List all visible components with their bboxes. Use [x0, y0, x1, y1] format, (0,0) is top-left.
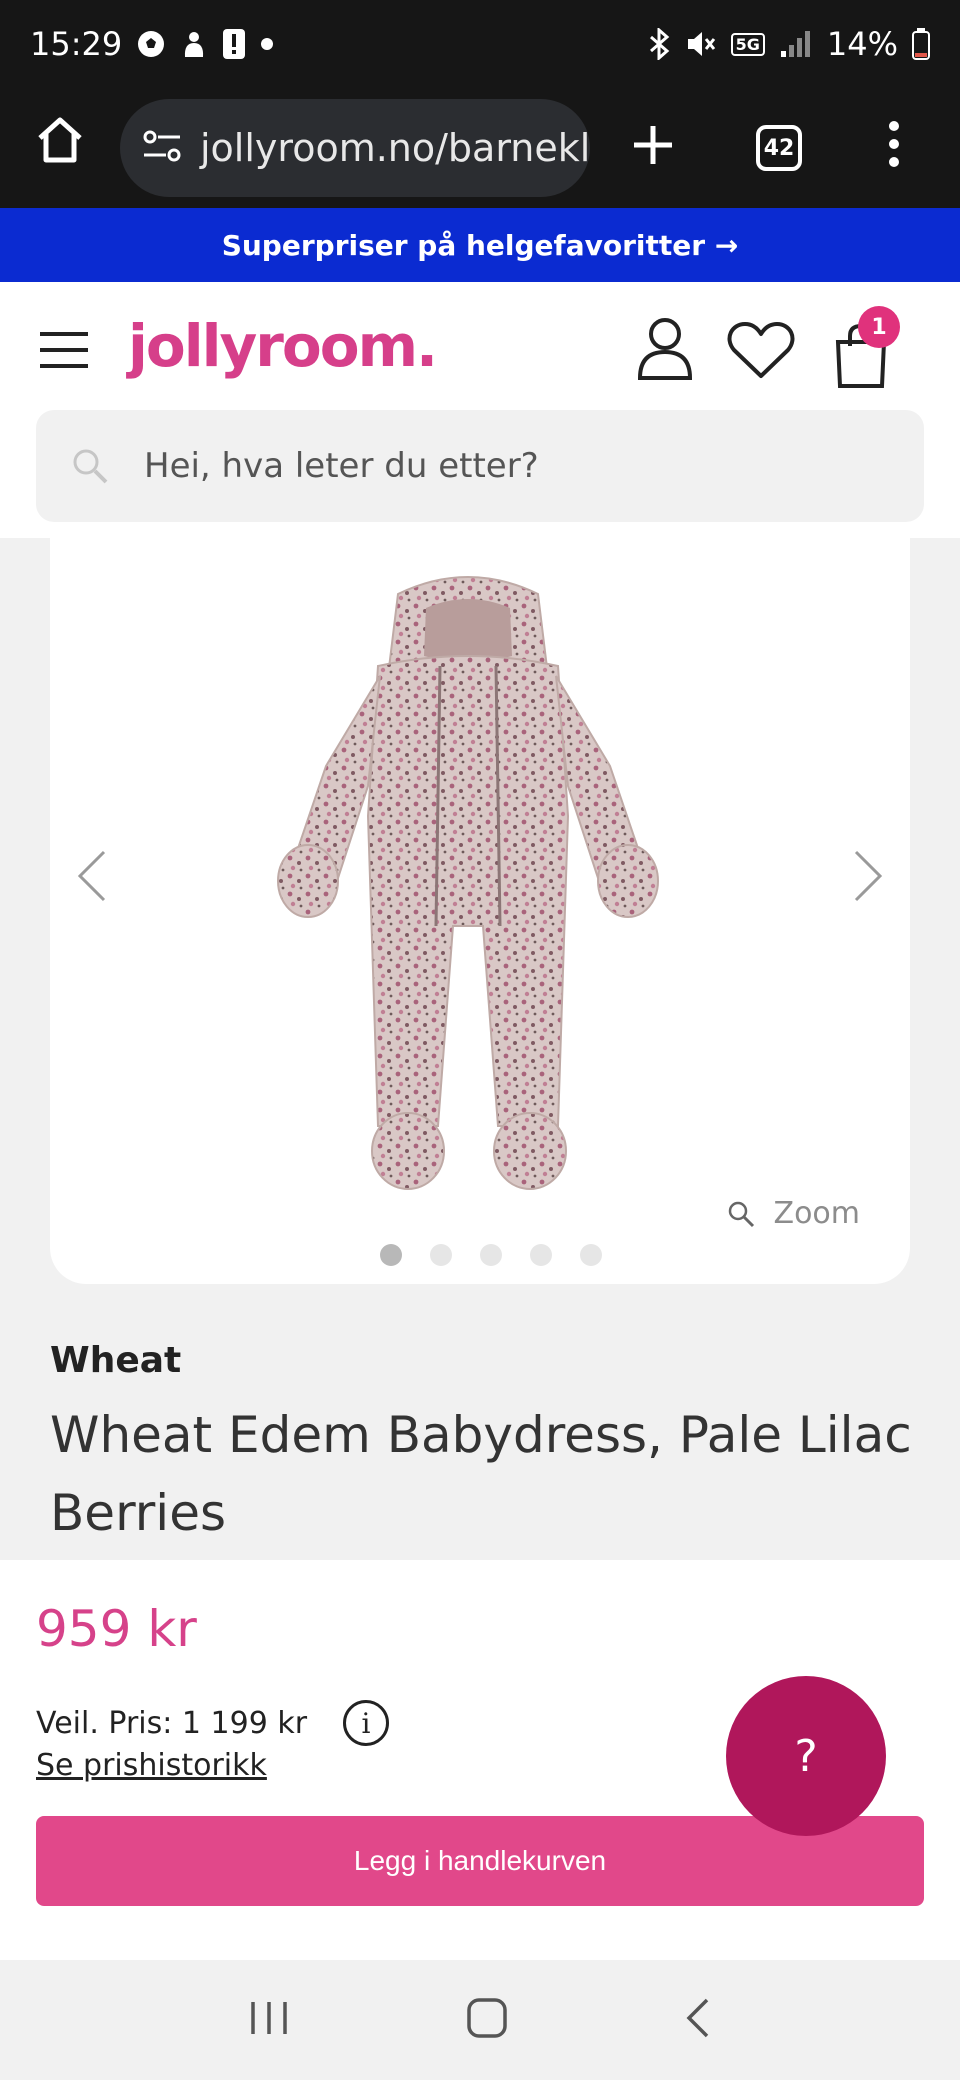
- search-icon: [73, 449, 108, 484]
- search-placeholder: Hei, hva leter du etter?: [144, 446, 539, 486]
- status-bar: 15:29 5G 14%: [0, 0, 960, 88]
- chevron-left-icon: [77, 850, 106, 902]
- soccer-ball-icon: [136, 29, 166, 59]
- status-left: 15:29: [30, 25, 274, 63]
- recommended-price-text: Veil. Pris: 1 199 kr: [36, 1705, 308, 1741]
- recommended-price: Veil. Pris: 1 199 kr i: [36, 1700, 390, 1746]
- recent-apps-icon: [251, 2002, 287, 2034]
- previous-image-button[interactable]: [74, 848, 108, 908]
- product-gallery: Zoom: [50, 538, 910, 1284]
- battery-icon: [912, 28, 930, 60]
- site-settings-icon[interactable]: [142, 129, 182, 167]
- browser-menu-button[interactable]: [886, 118, 902, 174]
- promo-banner-text: Superpriser på helgefavoritter →: [221, 228, 739, 262]
- product-title: Wheat Edem Babydress, Pale Lilac Berries: [50, 1406, 912, 1542]
- browser-toolbar: jollyroom.no/barnekl 42: [0, 88, 960, 208]
- heart-icon: [727, 322, 795, 378]
- zoom-label: Zoom: [773, 1196, 860, 1231]
- hamburger-icon: [40, 332, 88, 368]
- plus-icon: [634, 126, 672, 164]
- promo-banner[interactable]: Superpriser på helgefavoritter →: [0, 208, 960, 282]
- gallery-dot[interactable]: [580, 1244, 602, 1266]
- chevron-right-icon: [854, 850, 883, 902]
- gallery-dot[interactable]: [430, 1244, 452, 1266]
- battery-percent: 14%: [826, 25, 898, 63]
- gallery-dot[interactable]: [480, 1244, 502, 1266]
- status-right: 5G 14%: [647, 25, 930, 63]
- tab-switcher-button[interactable]: 42: [756, 125, 802, 171]
- product-brand[interactable]: Wheat: [50, 1340, 181, 1381]
- wishlist-button[interactable]: [726, 320, 796, 384]
- cart-count-badge: 1: [858, 306, 900, 348]
- help-chat-button[interactable]: ?: [726, 1676, 886, 1836]
- hand-icon: [180, 29, 208, 59]
- network-badge-icon: 5G: [730, 32, 765, 56]
- home-square-icon: [467, 1998, 507, 2038]
- gallery-dot[interactable]: [530, 1244, 552, 1266]
- system-nav-bar: [0, 1960, 960, 2080]
- alert-icon: [222, 28, 246, 60]
- back-icon: [686, 1998, 709, 2038]
- hamburger-menu-button[interactable]: [38, 330, 90, 374]
- home-button[interactable]: [34, 114, 86, 170]
- status-time: 15:29: [30, 25, 123, 63]
- user-icon: [637, 318, 693, 380]
- gallery-dot[interactable]: [380, 1244, 402, 1266]
- mute-icon: [685, 29, 717, 59]
- account-button[interactable]: [636, 316, 694, 384]
- product-image[interactable]: [268, 566, 668, 1206]
- new-tab-button[interactable]: [630, 122, 676, 172]
- home-nav-button[interactable]: [465, 1996, 509, 2044]
- dot-icon: [260, 37, 274, 51]
- recent-apps-button[interactable]: [247, 1998, 291, 2042]
- site-logo[interactable]: jollyroom.: [128, 312, 438, 380]
- search-input[interactable]: Hei, hva leter du etter?: [36, 410, 924, 522]
- more-vert-icon: [889, 121, 899, 167]
- address-bar[interactable]: jollyroom.no/barnekl: [120, 99, 590, 197]
- home-icon: [38, 117, 82, 163]
- url-text: jollyroom.no/barnekl: [200, 126, 590, 170]
- site-header: jollyroom. 1 Hei, hva leter du etter?: [0, 282, 960, 538]
- price-history-link[interactable]: Se prishistorikk: [36, 1748, 267, 1783]
- next-image-button[interactable]: [852, 848, 886, 908]
- bluetooth-icon: [647, 28, 671, 60]
- back-nav-button[interactable]: [683, 1996, 713, 2044]
- zoom-button[interactable]: Zoom: [726, 1196, 860, 1231]
- gallery-pagination: [380, 1244, 602, 1266]
- zoom-icon: [728, 1201, 754, 1227]
- product-price: 959 kr: [36, 1600, 197, 1658]
- info-icon[interactable]: i: [343, 1700, 390, 1746]
- signal-icon: [779, 29, 813, 59]
- price-section: 959 kr Veil. Pris: 1 199 kr i Se prishis…: [0, 1560, 960, 1960]
